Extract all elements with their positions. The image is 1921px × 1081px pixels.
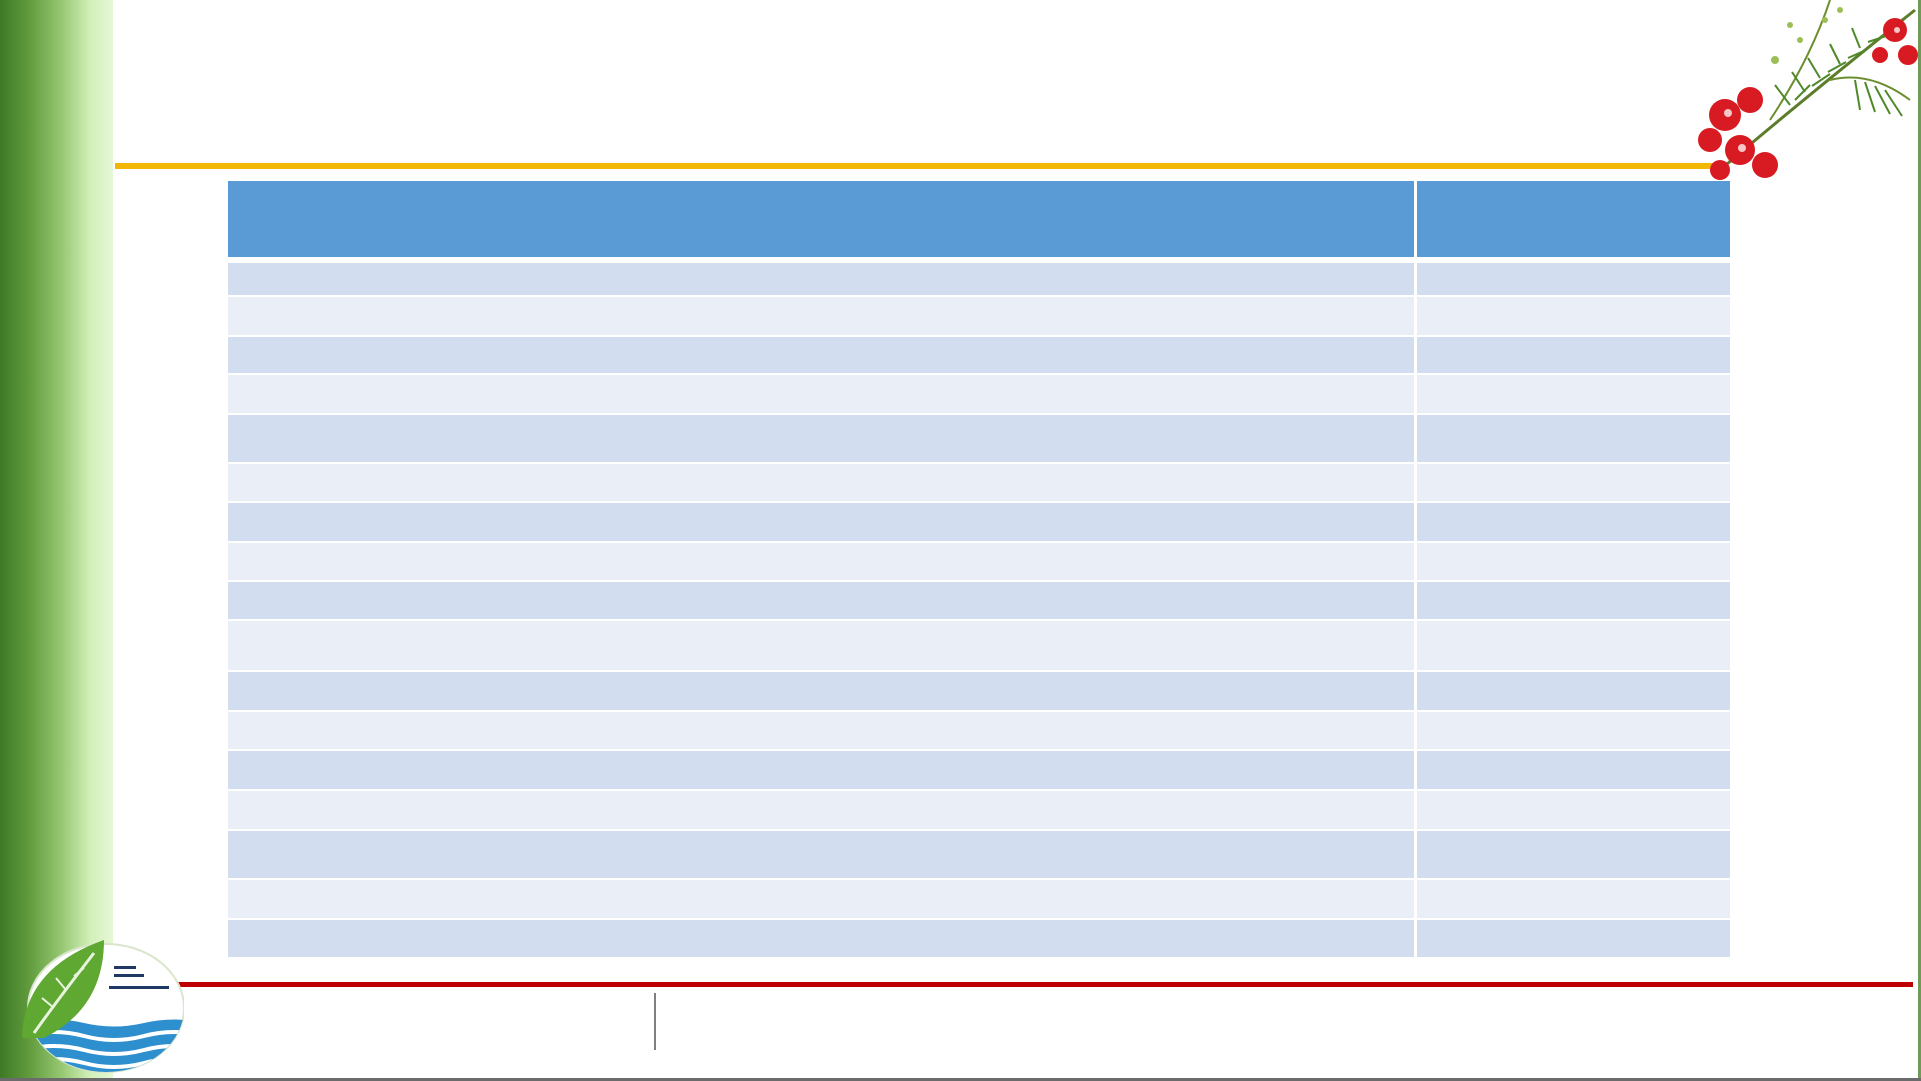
table-cell (1415, 413, 1730, 463)
table-cell (1415, 335, 1730, 374)
table-cell (228, 918, 1417, 957)
table-row (228, 749, 1730, 790)
table-header-cell (1415, 181, 1730, 263)
table-row (228, 580, 1730, 620)
table-cell (228, 295, 1417, 336)
table-cell (1415, 541, 1730, 581)
table-row (228, 335, 1730, 374)
table-cell (1415, 789, 1730, 830)
table-header-row (228, 181, 1730, 263)
table-cell (1415, 373, 1730, 414)
table-cell (1415, 295, 1730, 336)
table-cell (228, 373, 1417, 414)
table-cell (1415, 501, 1730, 542)
table-cell (228, 259, 1417, 296)
table-cell (228, 749, 1417, 790)
table-cell (1415, 878, 1730, 919)
table-cell (1415, 918, 1730, 957)
footer-divider (654, 993, 656, 1050)
table-row (228, 670, 1730, 711)
table-row (228, 413, 1730, 463)
table-row (228, 829, 1730, 879)
table-row (228, 878, 1730, 919)
table-cell (1415, 619, 1730, 671)
table-cell (1415, 670, 1730, 711)
table-cell (228, 619, 1417, 671)
table-cell (1415, 710, 1730, 750)
table-cell (228, 670, 1417, 711)
table-cell (228, 541, 1417, 581)
table-header-cell (228, 181, 1417, 263)
left-green-band (0, 0, 113, 1081)
flamboyant-flower-icon (1698, 0, 1918, 180)
footer-rule (178, 982, 1913, 987)
table-row (228, 541, 1730, 581)
table-cell (1415, 749, 1730, 790)
table-cell (1415, 462, 1730, 502)
table-cell (228, 501, 1417, 542)
table-cell (1415, 580, 1730, 620)
table-row (228, 462, 1730, 502)
title-underline (115, 163, 1715, 169)
table-row (228, 710, 1730, 750)
table-cell (228, 878, 1417, 919)
table-row (228, 501, 1730, 542)
table-row (228, 373, 1730, 414)
table-row (228, 918, 1730, 957)
leaf-water-logo-icon (22, 940, 184, 1073)
table-cell (228, 335, 1417, 374)
table-cell (1415, 259, 1730, 296)
table-cell (228, 413, 1417, 463)
table-cell (228, 789, 1417, 830)
table-cell (228, 580, 1417, 620)
table-cell (228, 462, 1417, 502)
table-cell (1415, 829, 1730, 879)
table-row (228, 789, 1730, 830)
table-cell (228, 829, 1417, 879)
slide-title (230, 40, 1630, 140)
table-row (228, 259, 1730, 296)
table-cell (228, 710, 1417, 750)
table-row (228, 295, 1730, 336)
table-row (228, 619, 1730, 671)
data-table (228, 181, 1730, 957)
